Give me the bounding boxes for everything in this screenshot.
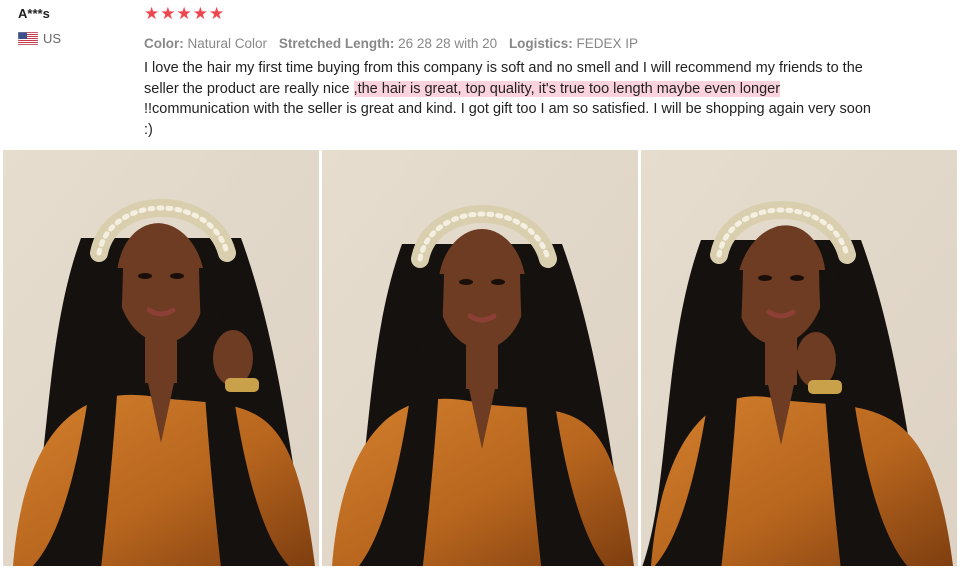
photo-illustration <box>3 150 319 566</box>
photo-illustration <box>322 150 638 566</box>
attr-key-logistics: Logistics: <box>508 36 573 51</box>
star-icon: ★ <box>144 4 160 23</box>
attr-value-logistics: FEDEX IP <box>576 36 638 51</box>
star-icon: ★ <box>160 4 176 23</box>
star-icon: ★ <box>209 4 225 23</box>
attr-key-length: Stretched Length: <box>278 36 395 51</box>
attr-value-color: Natural Color <box>187 36 268 51</box>
reviewer-name: A***s <box>18 6 50 21</box>
review-photo-3[interactable] <box>641 150 957 566</box>
star-rating: ★ ★ ★ ★ ★ <box>144 4 224 24</box>
review-card: A***s US ★ ★ ★ ★ ★ Color: Natural Color Stre… <box>0 0 960 581</box>
review-photo-2[interactable] <box>322 150 638 566</box>
review-body: I love the hair my first time buying fro… <box>144 58 874 140</box>
star-icon: ★ <box>176 4 192 23</box>
review-text-end: !!communication with the seller is great… <box>144 101 871 138</box>
attr-key-color: Color: <box>144 36 184 51</box>
reviewer-country: US <box>18 31 61 46</box>
review-text-highlight: ,the hair is great, top quality, it's tr… <box>353 80 781 97</box>
star-icon: ★ <box>192 4 208 23</box>
attr-value-length: 26 28 28 with 20 <box>398 36 498 51</box>
review-photos <box>3 150 957 566</box>
photo-illustration <box>641 150 957 566</box>
sku-attributes: Color: Natural Color Stretched Length: 2… <box>144 36 646 51</box>
us-flag-icon <box>18 32 38 45</box>
review-photo-1[interactable] <box>3 150 319 566</box>
country-code: US <box>43 31 62 46</box>
